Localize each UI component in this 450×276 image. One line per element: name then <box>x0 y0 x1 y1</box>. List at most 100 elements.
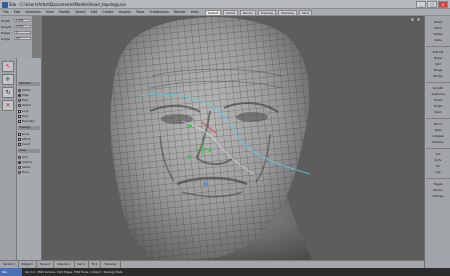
right-button-toggle[interactable]: Toggle <box>427 182 449 186</box>
option-field-angle[interactable]: 0.0 <box>14 36 31 40</box>
option-loop[interactable]: Loop <box>18 109 28 113</box>
head-mesh-render <box>110 17 312 260</box>
option-boundary[interactable]: Boundary <box>18 119 35 123</box>
checkbox-icon <box>18 132 21 136</box>
right-button-sculpt[interactable]: Sculpt <box>427 104 449 108</box>
divider <box>426 148 450 149</box>
option-snap-vertex[interactable]: Vertex <box>18 165 31 169</box>
option-label: Ring <box>22 114 29 118</box>
option-field-edges[interactable]: 4 <box>14 30 31 34</box>
select-icon[interactable]: ↖ <box>2 61 14 72</box>
menu-edit-2[interactable]: Edit <box>91 10 98 14</box>
option-label: Vertex <box>22 165 31 169</box>
3d-viewport[interactable] <box>42 16 424 260</box>
divider <box>426 118 450 119</box>
menu-selection[interactable]: Selection <box>25 10 41 14</box>
tab-default[interactable]: Default <box>205 9 222 16</box>
status-mode: Topology <box>101 261 121 268</box>
right-button-split[interactable]: Split <box>427 62 449 66</box>
scale-icon[interactable]: ✕ <box>2 100 14 111</box>
right-toolbar: Select Move Rotate Scale Extrude Bevel S… <box>424 16 450 268</box>
option-shrink[interactable]: Shrink <box>18 137 31 141</box>
option-vertex[interactable]: Vertex <box>18 88 31 92</box>
viewport-controls <box>410 17 421 22</box>
option-ring[interactable]: Ring <box>18 114 28 118</box>
right-button-move[interactable]: Move <box>427 26 449 30</box>
right-button-tweak[interactable]: Tweak <box>427 98 449 102</box>
checkbox-icon <box>18 119 21 123</box>
close-button[interactable]: × <box>438 1 448 8</box>
radio-icon <box>18 98 21 102</box>
right-button-cap[interactable]: Cap <box>427 170 449 174</box>
option-field-width[interactable]: 1.000 <box>14 18 31 22</box>
option-grid[interactable]: Grid <box>18 155 28 159</box>
menu-create[interactable]: Create <box>102 10 113 14</box>
right-button-knife[interactable]: Knife <box>427 158 449 162</box>
workspace-tabs: Default Sculpt Render Topology Modeling … <box>205 9 312 16</box>
menu-tools[interactable]: Tools <box>136 10 144 14</box>
menu-file[interactable]: File <box>3 10 9 14</box>
option-label: Surface <box>22 160 33 164</box>
right-button-select[interactable]: Select <box>427 20 449 24</box>
rotate-icon[interactable]: ↻ <box>2 87 14 98</box>
option-field-height[interactable]: 0.250 <box>14 24 31 28</box>
status-bar: Vertex 0 Edges 0 Faces 0 Objects 1 Sel 0… <box>0 260 424 268</box>
app-icon <box>2 1 8 8</box>
right-button-scale[interactable]: Scale <box>427 38 449 42</box>
menu-edit[interactable]: Edit <box>14 10 21 14</box>
maximize-button[interactable]: □ <box>427 1 437 8</box>
option-object[interactable]: Object <box>18 103 31 107</box>
right-button-render[interactable]: Render <box>427 188 449 192</box>
option-surface[interactable]: Surface <box>18 160 32 164</box>
divider <box>426 178 450 179</box>
tab-topology[interactable]: Topology <box>257 9 277 16</box>
menu-view[interactable]: View <box>46 10 54 14</box>
right-button-weld[interactable]: Weld <box>427 128 449 132</box>
option-grow[interactable]: Grow <box>18 132 29 136</box>
right-button-settings[interactable]: Settings <box>427 194 449 198</box>
option-label: Loop <box>22 109 29 113</box>
menu-modify[interactable]: Modify <box>59 10 70 14</box>
radio-icon <box>18 160 21 164</box>
move-icon[interactable]: ✛ <box>2 74 14 85</box>
right-button-paint[interactable]: Paint <box>427 110 449 114</box>
menu-help[interactable]: Help <box>191 10 199 14</box>
menu-render[interactable]: Render <box>174 10 186 14</box>
option-none[interactable]: None <box>18 170 29 174</box>
tool-column: ↖ ✛ ↻ ✕ <box>0 58 17 268</box>
minimize-button[interactable]: _ <box>416 1 426 8</box>
section-header-topology: Topology <box>18 126 40 130</box>
right-button-collapse[interactable]: Collapse <box>427 134 449 138</box>
option-label: Edge <box>22 93 29 97</box>
right-button-subdivide[interactable]: Subdivide <box>427 92 449 96</box>
right-button-extrude[interactable]: Extrude <box>427 50 449 54</box>
tab-modeling[interactable]: Modeling <box>278 9 298 16</box>
checkbox-icon <box>18 137 21 141</box>
right-button-smooth[interactable]: Smooth <box>427 86 449 90</box>
tab-render[interactable]: Render <box>239 9 256 16</box>
right-button-dissolve[interactable]: Dissolve <box>427 140 449 144</box>
application-window: Silo - C:\Users\Artist\Documents\Models\… <box>0 0 450 276</box>
viewport-menu-icon[interactable] <box>410 17 415 22</box>
option-face[interactable]: Face <box>18 98 28 102</box>
right-button-merge[interactable]: Merge <box>427 68 449 72</box>
tab-sculpt[interactable]: Sculpt <box>223 9 238 16</box>
viewport-max-icon[interactable] <box>416 17 421 22</box>
right-button-fill[interactable]: Fill <box>427 164 449 168</box>
section-header-selection: Selection <box>18 82 40 86</box>
right-button-cut[interactable]: Cut <box>427 152 449 156</box>
status-faces: Faces 0 <box>37 261 55 268</box>
title-bar: Silo - C:\Users\Artist\Documents\Models\… <box>0 0 450 9</box>
menu-select[interactable]: Select <box>75 10 85 14</box>
menu-subdivision[interactable]: Subdivision <box>149 10 168 14</box>
menu-display[interactable]: Display <box>119 10 132 14</box>
right-button-rotate[interactable]: Rotate <box>427 32 449 36</box>
tab-paint[interactable]: Paint <box>299 9 312 16</box>
right-button-bridge[interactable]: Bridge <box>427 74 449 78</box>
option-label-width: Width <box>1 19 10 23</box>
right-button-bevel[interactable]: Bevel <box>427 56 449 60</box>
option-invert[interactable]: Invert <box>18 142 30 146</box>
option-edge[interactable]: Edge <box>18 93 29 97</box>
option-label: Shrink <box>22 137 31 141</box>
right-button-mirror[interactable]: Mirror <box>427 122 449 126</box>
